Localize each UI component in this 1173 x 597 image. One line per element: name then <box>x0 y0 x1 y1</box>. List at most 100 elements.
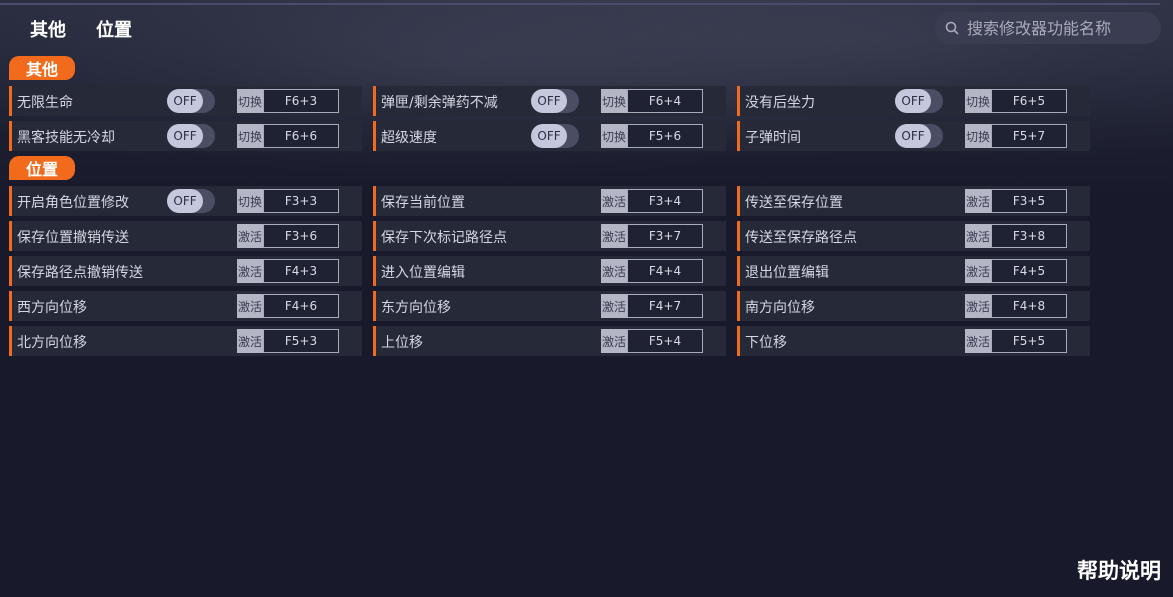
hotkey[interactable]: 激活 F5+5 <box>965 329 1067 353</box>
hotkey-key: F6+6 <box>263 124 339 148</box>
hotkey[interactable]: 激活 F4+7 <box>601 294 703 318</box>
hotkey[interactable]: 激活 F3+7 <box>601 224 703 248</box>
feature-label: 下位移 <box>745 335 787 351</box>
hotkey[interactable]: 切换 F6+6 <box>237 124 339 148</box>
feature-cell: 开启角色位置修改 OFF 切换 F3+3 <box>9 186 362 216</box>
feature-label: 西方向位移 <box>17 300 87 316</box>
hotkey-key: F3+7 <box>627 224 703 248</box>
section-title-other: 其他 <box>9 56 75 80</box>
hotkey-key: F5+7 <box>991 124 1067 148</box>
feature-label: 无限生命 <box>17 95 73 111</box>
hotkey[interactable]: 激活 F3+5 <box>965 189 1067 213</box>
hotkey[interactable]: 切换 F3+3 <box>237 189 339 213</box>
feature-cell: 保存位置撤销传送 激活 F3+6 <box>9 221 362 251</box>
hotkey-key: F5+3 <box>263 329 339 353</box>
feature-label: 南方向位移 <box>745 300 815 316</box>
toggle-switch[interactable]: OFF <box>531 124 579 148</box>
search-box[interactable] <box>935 12 1161 44</box>
hotkey-key: F4+6 <box>263 294 339 318</box>
search-input[interactable] <box>965 17 1149 39</box>
hotkey-mode: 激活 <box>965 329 991 353</box>
hotkey[interactable]: 激活 F3+8 <box>965 224 1067 248</box>
toggle-state: OFF <box>167 89 203 113</box>
hotkey-mode: 激活 <box>601 259 627 283</box>
top-divider <box>0 3 1160 5</box>
feature-cell: 子弹时间 OFF 切换 F5+7 <box>737 121 1090 151</box>
feature-cell: 保存路径点撤销传送 激活 F4+3 <box>9 256 362 286</box>
hotkey-mode: 激活 <box>237 259 263 283</box>
feature-cell: 无限生命 OFF 切换 F6+3 <box>9 86 362 116</box>
feature-cell: 上位移 激活 F5+4 <box>373 326 726 356</box>
hotkey-mode: 激活 <box>237 294 263 318</box>
top-tab-bar: 其他 位置 <box>30 16 132 42</box>
feature-label: 保存下次标记路径点 <box>381 230 507 246</box>
hotkey[interactable]: 切换 F6+4 <box>601 89 703 113</box>
toggle-state: OFF <box>895 124 931 148</box>
feature-cell: 保存当前位置 激活 F3+4 <box>373 186 726 216</box>
feature-cell: 传送至保存路径点 激活 F3+8 <box>737 221 1090 251</box>
hotkey-key: F4+3 <box>263 259 339 283</box>
toggle-switch[interactable]: OFF <box>895 89 943 113</box>
feature-label: 保存位置撤销传送 <box>17 230 129 246</box>
hotkey[interactable]: 切换 F5+6 <box>601 124 703 148</box>
hotkey[interactable]: 激活 F5+4 <box>601 329 703 353</box>
hotkey-mode: 切换 <box>601 89 627 113</box>
hotkey-key: F4+4 <box>627 259 703 283</box>
hotkey-mode: 激活 <box>237 329 263 353</box>
toggle-switch[interactable]: OFF <box>531 89 579 113</box>
feature-cell: 弹匣/剩余弹药不减 OFF 切换 F6+4 <box>373 86 726 116</box>
hotkey-mode: 激活 <box>965 259 991 283</box>
hotkey-key: F3+5 <box>991 189 1067 213</box>
hotkey-mode: 切换 <box>965 124 991 148</box>
hotkey-key: F4+8 <box>991 294 1067 318</box>
hotkey-key: F6+5 <box>991 89 1067 113</box>
hotkey-mode: 激活 <box>601 294 627 318</box>
feature-label: 东方向位移 <box>381 300 451 316</box>
toggle-state: OFF <box>167 124 203 148</box>
feature-cell: 超级速度 OFF 切换 F5+6 <box>373 121 726 151</box>
feature-cell: 保存下次标记路径点 激活 F3+7 <box>373 221 726 251</box>
hotkey-key: F3+3 <box>263 189 339 213</box>
hotkey[interactable]: 切换 F6+3 <box>237 89 339 113</box>
feature-cell: 下位移 激活 F5+5 <box>737 326 1090 356</box>
toggle-switch[interactable]: OFF <box>167 189 215 213</box>
feature-label: 黑客技能无冷却 <box>17 130 115 146</box>
feature-label: 保存当前位置 <box>381 195 465 211</box>
search-icon <box>945 21 959 35</box>
hotkey[interactable]: 激活 F5+3 <box>237 329 339 353</box>
hotkey[interactable]: 激活 F3+4 <box>601 189 703 213</box>
hotkey-key: F4+5 <box>991 259 1067 283</box>
hotkey-mode: 切换 <box>965 89 991 113</box>
hotkey[interactable]: 激活 F4+5 <box>965 259 1067 283</box>
hotkey[interactable]: 激活 F3+6 <box>237 224 339 248</box>
feature-cell: 东方向位移 激活 F4+7 <box>373 291 726 321</box>
toggle-switch[interactable]: OFF <box>167 89 215 113</box>
toggle-state: OFF <box>531 124 567 148</box>
hotkey-mode: 激活 <box>965 294 991 318</box>
hotkey-mode: 激活 <box>601 189 627 213</box>
hotkey-mode: 激活 <box>965 189 991 213</box>
hotkey[interactable]: 激活 F4+8 <box>965 294 1067 318</box>
toggle-switch[interactable]: OFF <box>895 124 943 148</box>
feature-cell: 西方向位移 激活 F4+6 <box>9 291 362 321</box>
feature-cell: 没有后坐力 OFF 切换 F6+5 <box>737 86 1090 116</box>
hotkey-key: F6+4 <box>627 89 703 113</box>
hotkey-key: F3+6 <box>263 224 339 248</box>
toggle-switch[interactable]: OFF <box>167 124 215 148</box>
hotkey[interactable]: 切换 F5+7 <box>965 124 1067 148</box>
hotkey-key: F5+5 <box>991 329 1067 353</box>
section-title-position: 位置 <box>9 156 75 180</box>
feature-label: 没有后坐力 <box>745 95 815 111</box>
toggle-state: OFF <box>167 189 203 213</box>
hotkey[interactable]: 激活 F4+4 <box>601 259 703 283</box>
tab-position[interactable]: 位置 <box>96 16 132 42</box>
feature-label: 子弹时间 <box>745 130 801 146</box>
feature-cell: 退出位置编辑 激活 F4+5 <box>737 256 1090 286</box>
hotkey-mode: 激活 <box>965 224 991 248</box>
hotkey[interactable]: 切换 F6+5 <box>965 89 1067 113</box>
feature-label: 保存路径点撤销传送 <box>17 265 143 281</box>
hotkey[interactable]: 激活 F4+6 <box>237 294 339 318</box>
hotkey[interactable]: 激活 F4+3 <box>237 259 339 283</box>
tab-other[interactable]: 其他 <box>30 16 66 42</box>
help-button[interactable]: 帮助说明 <box>1077 555 1161 585</box>
